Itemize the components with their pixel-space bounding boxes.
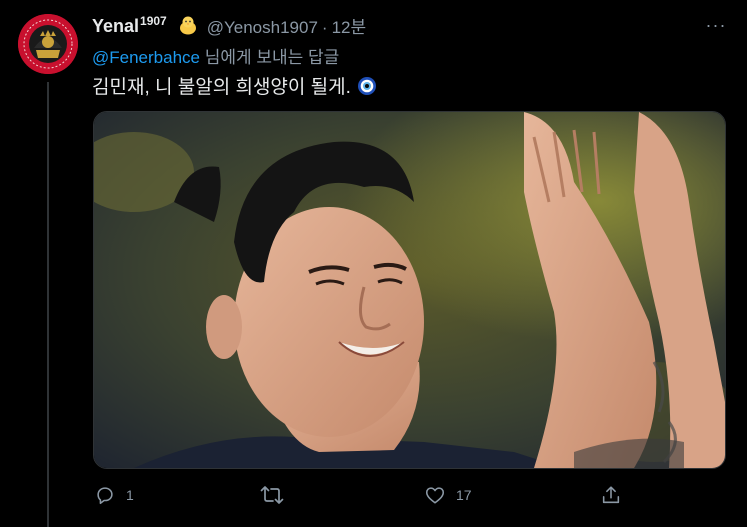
share-button[interactable] — [600, 480, 622, 510]
reply-context-text: 님에게 보내는 답글 — [200, 48, 340, 67]
reply-context: @Fenerbahce 님에게 보내는 답글 — [92, 43, 339, 68]
more-icon[interactable]: ··· — [704, 14, 728, 36]
avatar[interactable] — [18, 14, 78, 74]
club-crest-icon — [18, 14, 78, 74]
like-button[interactable]: 17 — [424, 480, 472, 510]
tweet-actions: 1 17 — [92, 480, 632, 510]
thread-line — [47, 82, 49, 527]
reply-mention-link[interactable]: @Fenerbahce — [92, 48, 200, 67]
tweet-text: 김민재, 니 불알의 희생양이 될게. — [92, 72, 377, 102]
retweet-icon — [260, 486, 284, 504]
tweet-text-body: 김민재, 니 불알의 희생양이 될게. — [92, 77, 351, 98]
tweet-meta: @Yenosh1907 · 12분 — [207, 13, 366, 38]
timestamp[interactable]: 12분 — [332, 18, 367, 37]
reply-count: 1 — [126, 487, 134, 503]
display-name[interactable]: Yenal1907 — [92, 14, 167, 37]
nazar-emoji-icon — [357, 76, 377, 102]
reply-button[interactable]: 1 — [94, 480, 134, 510]
like-icon — [425, 487, 445, 504]
player-applauding-image — [94, 112, 725, 468]
like-count: 17 — [456, 487, 472, 503]
display-name-sup: 1907 — [140, 13, 167, 28]
tweet-photo[interactable] — [93, 111, 726, 469]
reply-icon — [97, 487, 113, 505]
tweet-header: Yenal1907 @Yenosh1907 · 12분 — [92, 13, 366, 38]
share-icon — [602, 486, 620, 504]
chick-emoji-icon — [177, 14, 199, 36]
meta-separator: · — [321, 17, 328, 37]
display-name-text: Yenal — [92, 15, 140, 36]
handle[interactable]: @Yenosh1907 — [207, 18, 318, 37]
retweet-button[interactable] — [260, 480, 294, 510]
tweet[interactable]: Yenal1907 @Yenosh1907 · 12분 ··· @Fenerbahc… — [0, 0, 747, 527]
